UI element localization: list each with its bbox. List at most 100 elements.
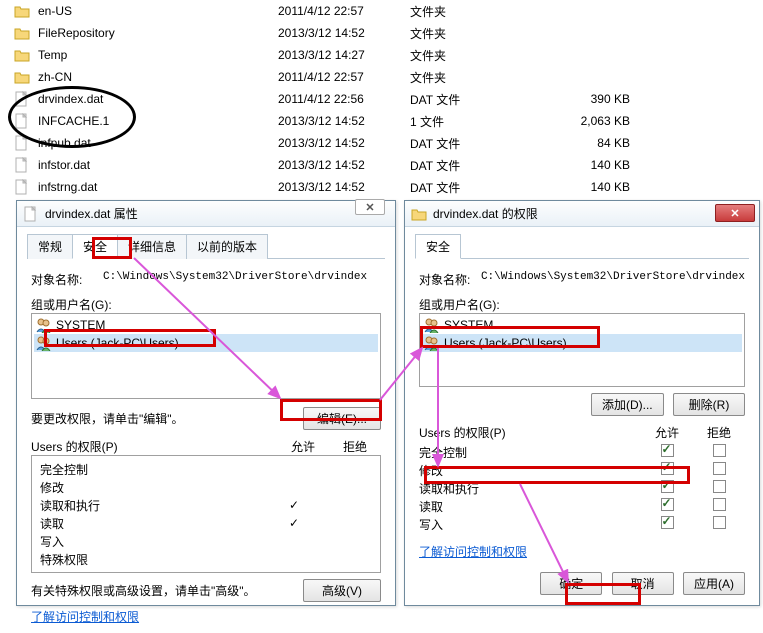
perm-row: 读取和执行 [419,479,745,497]
folder-icon [14,47,30,63]
allow-header: 允许 [277,438,329,455]
dialog-title: drvindex.dat 的权限 [433,205,538,222]
perm-label: 读取和执行 [419,480,641,497]
perm-label: 读取 [419,498,641,515]
perm-allow-checkbox[interactable] [641,498,693,514]
file-row[interactable]: drvindex.dat 2011/4/12 22:56 DAT 文件 390 … [0,88,763,110]
perm-deny-checkbox[interactable] [693,444,745,460]
file-type: DAT 文件 [410,91,530,108]
users-listbox[interactable]: SYSTEM Users (Jack-PC\Users) [31,313,381,399]
file-name: infpub.dat [38,136,278,150]
edit-button[interactable]: 编辑(E)... [303,407,381,430]
user-list-item[interactable]: Users (Jack-PC\Users) [34,334,378,352]
users-icon [36,317,52,333]
file-name: FileRepository [38,26,278,40]
help-link[interactable]: 了解访问控制和权限 [31,610,139,624]
file-size: 84 KB [530,136,630,150]
tab-security[interactable]: 安全 [415,234,461,259]
perm-label: 修改 [419,462,641,479]
file-row[interactable]: INFCACHE.1 2013/3/12 14:52 1 文件 2,063 KB [0,110,763,132]
file-row[interactable]: zh-CN 2011/4/12 22:57 文件夹 [0,66,763,88]
tab-details[interactable]: 详细信息 [117,234,187,259]
deny-header: 拒绝 [693,424,745,441]
cancel-button[interactable]: 取消 [612,572,674,595]
perm-allow: ✓ [268,498,320,512]
tab-general[interactable]: 常规 [27,234,73,259]
file-type: DAT 文件 [410,135,530,152]
file-name: zh-CN [38,70,278,84]
object-path: C:\Windows\System32\DriverStore\drvindex [481,271,745,288]
perm-label: 特殊权限 [40,551,268,568]
perm-deny-checkbox[interactable] [693,498,745,514]
file-size: 390 KB [530,92,630,106]
tabstrip: 常规 安全 详细信息 以前的版本 [27,233,385,259]
perm-row: 写入 [40,532,372,550]
perm-header: Users 的权限(P) [419,424,641,441]
file-date: 2013/3/12 14:52 [278,158,410,172]
users-icon [36,335,52,351]
perm-row: 读取 [419,497,745,515]
user-list-item[interactable]: Users (Jack-PC\Users) [422,334,742,352]
allow-header: 允许 [641,424,693,441]
perm-row: 写入 [419,515,745,533]
file-date: 2013/3/12 14:52 [278,114,410,128]
perm-allow-checkbox[interactable] [641,444,693,460]
perm-deny-checkbox[interactable] [693,462,745,478]
file-type: DAT 文件 [410,179,530,196]
perm-header: Users 的权限(P) [31,438,277,455]
users-listbox[interactable]: SYSTEM Users (Jack-PC\Users) [419,313,745,387]
file-row[interactable]: Temp 2013/3/12 14:27 文件夹 [0,44,763,66]
file-name: infstrng.dat [38,180,278,194]
perm-allow-checkbox[interactable] [641,516,693,532]
perm-allow-checkbox[interactable] [641,480,693,496]
apply-button[interactable]: 应用(A) [683,572,745,595]
user-name: Users (Jack-PC\Users) [56,336,179,350]
file-row[interactable]: infstrng.dat 2013/3/12 14:52 DAT 文件 140 … [0,176,763,198]
titlebar[interactable]: drvindex.dat 的权限 ✕ [405,201,759,227]
file-icon [23,206,39,222]
perm-deny-checkbox[interactable] [693,480,745,496]
folder-icon [411,206,427,222]
file-type: DAT 文件 [410,157,530,174]
file-row[interactable]: infpub.dat 2013/3/12 14:52 DAT 文件 84 KB [0,132,763,154]
properties-dialog: drvindex.dat 属性 ✕ 常规 安全 详细信息 以前的版本 对象名称:… [16,200,396,606]
file-row[interactable]: infstor.dat 2013/3/12 14:52 DAT 文件 140 K… [0,154,763,176]
edit-hint: 要更改权限，请单击"编辑"。 [31,410,303,427]
close-button[interactable]: ✕ [355,199,385,215]
users-icon [424,317,440,333]
file-date: 2011/4/12 22:56 [278,92,410,106]
perm-label: 读取和执行 [40,497,268,514]
tab-previous[interactable]: 以前的版本 [186,234,268,259]
help-link[interactable]: 了解访问控制和权限 [419,545,527,559]
perm-allow: ✓ [268,516,320,530]
perm-row: 修改 [419,461,745,479]
user-name: SYSTEM [56,318,105,332]
folder-icon [14,69,30,85]
file-row[interactable]: en-US 2011/4/12 22:57 文件夹 [0,0,763,22]
close-button[interactable]: ✕ [715,204,755,222]
file-type: 文件夹 [410,25,530,42]
user-name: Users (Jack-PC\Users) [444,336,567,350]
file-type: 文件夹 [410,47,530,64]
perm-row: 完全控制 [419,443,745,461]
perm-label: 写入 [419,516,641,533]
object-name-label: 对象名称: [419,271,481,288]
group-label: 组或用户名(G): [419,296,745,313]
user-list-item[interactable]: SYSTEM [422,316,742,334]
file-type: 1 文件 [410,113,530,130]
user-list-item[interactable]: SYSTEM [34,316,378,334]
perm-allow-checkbox[interactable] [641,462,693,478]
file-icon [14,157,30,173]
ok-button[interactable]: 确定 [540,572,602,595]
advanced-button[interactable]: 高级(V) [303,579,381,602]
permissions-dialog: drvindex.dat 的权限 ✕ 安全 对象名称: C:\Windows\S… [404,200,760,606]
perm-deny-checkbox[interactable] [693,516,745,532]
file-row[interactable]: FileRepository 2013/3/12 14:52 文件夹 [0,22,763,44]
add-button[interactable]: 添加(D)... [591,393,664,416]
remove-button[interactable]: 删除(R) [673,393,745,416]
file-size: 140 KB [530,158,630,172]
object-name-label: 对象名称: [31,271,103,288]
tab-security[interactable]: 安全 [72,234,118,259]
titlebar[interactable]: drvindex.dat 属性 ✕ [17,201,395,227]
user-name: SYSTEM [444,318,493,332]
